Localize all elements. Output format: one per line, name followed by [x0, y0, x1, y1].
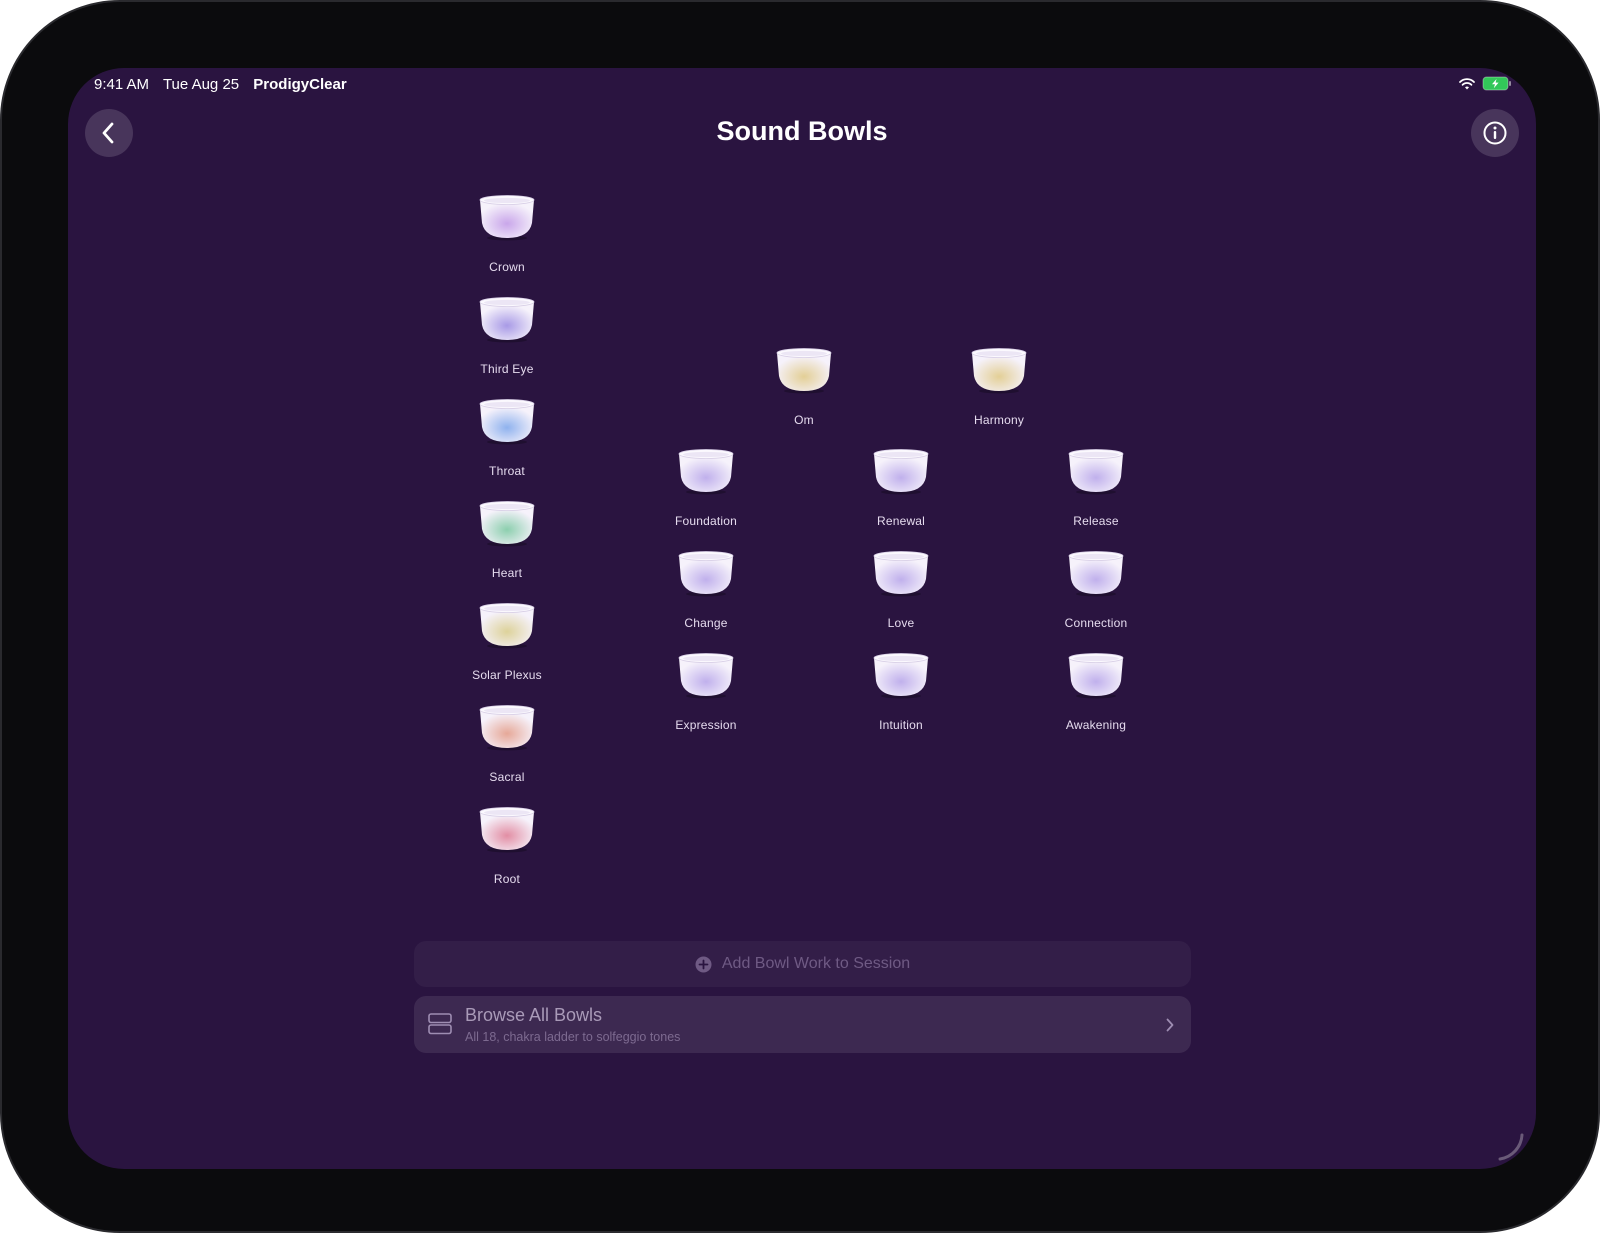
- stack-icon: [428, 1013, 452, 1035]
- bowl-icon: [447, 499, 567, 547]
- bowl-icon: [841, 651, 961, 699]
- add-bowl-work-label: Add Bowl Work to Session: [721, 955, 911, 972]
- bowl-icon: [1036, 447, 1156, 495]
- bowl-om[interactable]: Om: [744, 346, 864, 427]
- bowl-label: Root: [493, 872, 521, 886]
- bowl-label: Foundation: [674, 514, 738, 528]
- bowl-label: Love: [887, 616, 915, 630]
- bowl-love[interactable]: Love: [841, 549, 961, 630]
- chevron-right-icon: [1166, 1018, 1174, 1032]
- bowl-label: Harmony: [973, 413, 1025, 427]
- bowl-solar-plexus[interactable]: Solar Plexus: [447, 601, 567, 682]
- bowl-label: Connection: [1064, 616, 1128, 630]
- bowl-label: Renewal: [876, 514, 926, 528]
- bowl-icon: [447, 601, 567, 649]
- page-title: Sound Bowls: [716, 116, 888, 146]
- status-time: 9:41 AM: [94, 76, 150, 93]
- bowl-label: Om: [794, 413, 814, 427]
- bowl-icon: [841, 447, 961, 495]
- bowl-throat[interactable]: Throat: [447, 397, 567, 478]
- device-frame: 9:41 AM Tue Aug 25 ProdigyClear Sound Bo…: [0, 0, 1600, 1233]
- bowl-icon: [939, 346, 1059, 394]
- status-icons: [1458, 76, 1512, 91]
- bowl-change[interactable]: Change: [646, 549, 766, 630]
- bowl-label: Intuition: [879, 718, 923, 732]
- bowl-release[interactable]: Release: [1036, 447, 1156, 528]
- bowl-crown[interactable]: Crown: [447, 193, 567, 274]
- bowl-intuition[interactable]: Intuition: [841, 651, 961, 732]
- status-date: Tue Aug 25: [162, 76, 240, 93]
- wifi-icon: [1459, 77, 1475, 89]
- bowl-sacral[interactable]: Sacral: [447, 703, 567, 784]
- corner-handle-icon: [1498, 1133, 1524, 1161]
- bowl-connection[interactable]: Connection: [1036, 549, 1156, 630]
- info-icon: [1483, 121, 1507, 145]
- bowl-icon: [646, 447, 766, 495]
- bowl-icon: [1036, 549, 1156, 597]
- bowl-label: Sacral: [489, 770, 525, 784]
- bowl-icon: [744, 346, 864, 394]
- browse-subtitle: All 18, chakra ladder to solfeggio tones: [465, 1030, 681, 1044]
- bowl-awakening[interactable]: Awakening: [1036, 651, 1156, 732]
- bowl-expression[interactable]: Expression: [646, 651, 766, 732]
- bowl-icon: [447, 805, 567, 853]
- bowl-label: Awakening: [1065, 718, 1127, 732]
- browse-all-bowls-row[interactable]: Browse All Bowls All 18, chakra ladder t…: [414, 996, 1191, 1053]
- bowl-icon: [447, 397, 567, 445]
- bowl-icon: [447, 295, 567, 343]
- bowl-third-eye[interactable]: Third Eye: [447, 295, 567, 376]
- status-carrier: ProdigyClear: [253, 76, 347, 93]
- bowl-label: Crown: [489, 260, 525, 274]
- bowl-label: Throat: [489, 464, 525, 478]
- info-button[interactable]: [1471, 109, 1519, 157]
- bowl-renewal[interactable]: Renewal: [841, 447, 961, 528]
- bowl-harmony[interactable]: Harmony: [939, 346, 1059, 427]
- bowl-heart[interactable]: Heart: [447, 499, 567, 580]
- bowl-icon: [1036, 651, 1156, 699]
- battery-charging-icon: [1482, 76, 1511, 91]
- bowl-label: Change: [684, 616, 728, 630]
- bowl-label: Release: [1073, 514, 1119, 528]
- bowl-label: Heart: [491, 566, 523, 580]
- bowl-label: Expression: [675, 718, 737, 732]
- bowl-icon: [841, 549, 961, 597]
- browse-title: Browse All Bowls: [465, 1005, 603, 1025]
- bowl-foundation[interactable]: Foundation: [646, 447, 766, 528]
- plus-circle-icon: [695, 956, 712, 972]
- bowl-icon: [447, 193, 567, 241]
- add-bowl-work-button[interactable]: Add Bowl Work to Session: [414, 941, 1191, 987]
- bowl-icon: [646, 651, 766, 699]
- bowl-label: Solar Plexus: [472, 668, 542, 682]
- bowl-icon: [646, 549, 766, 597]
- app-screen: 9:41 AM Tue Aug 25 ProdigyClear Sound Bo…: [68, 68, 1536, 1169]
- bowl-root[interactable]: Root: [447, 805, 567, 886]
- status-bar: 9:41 AM Tue Aug 25 ProdigyClear: [94, 76, 357, 96]
- bowl-label: Third Eye: [480, 362, 534, 376]
- bowl-icon: [447, 703, 567, 751]
